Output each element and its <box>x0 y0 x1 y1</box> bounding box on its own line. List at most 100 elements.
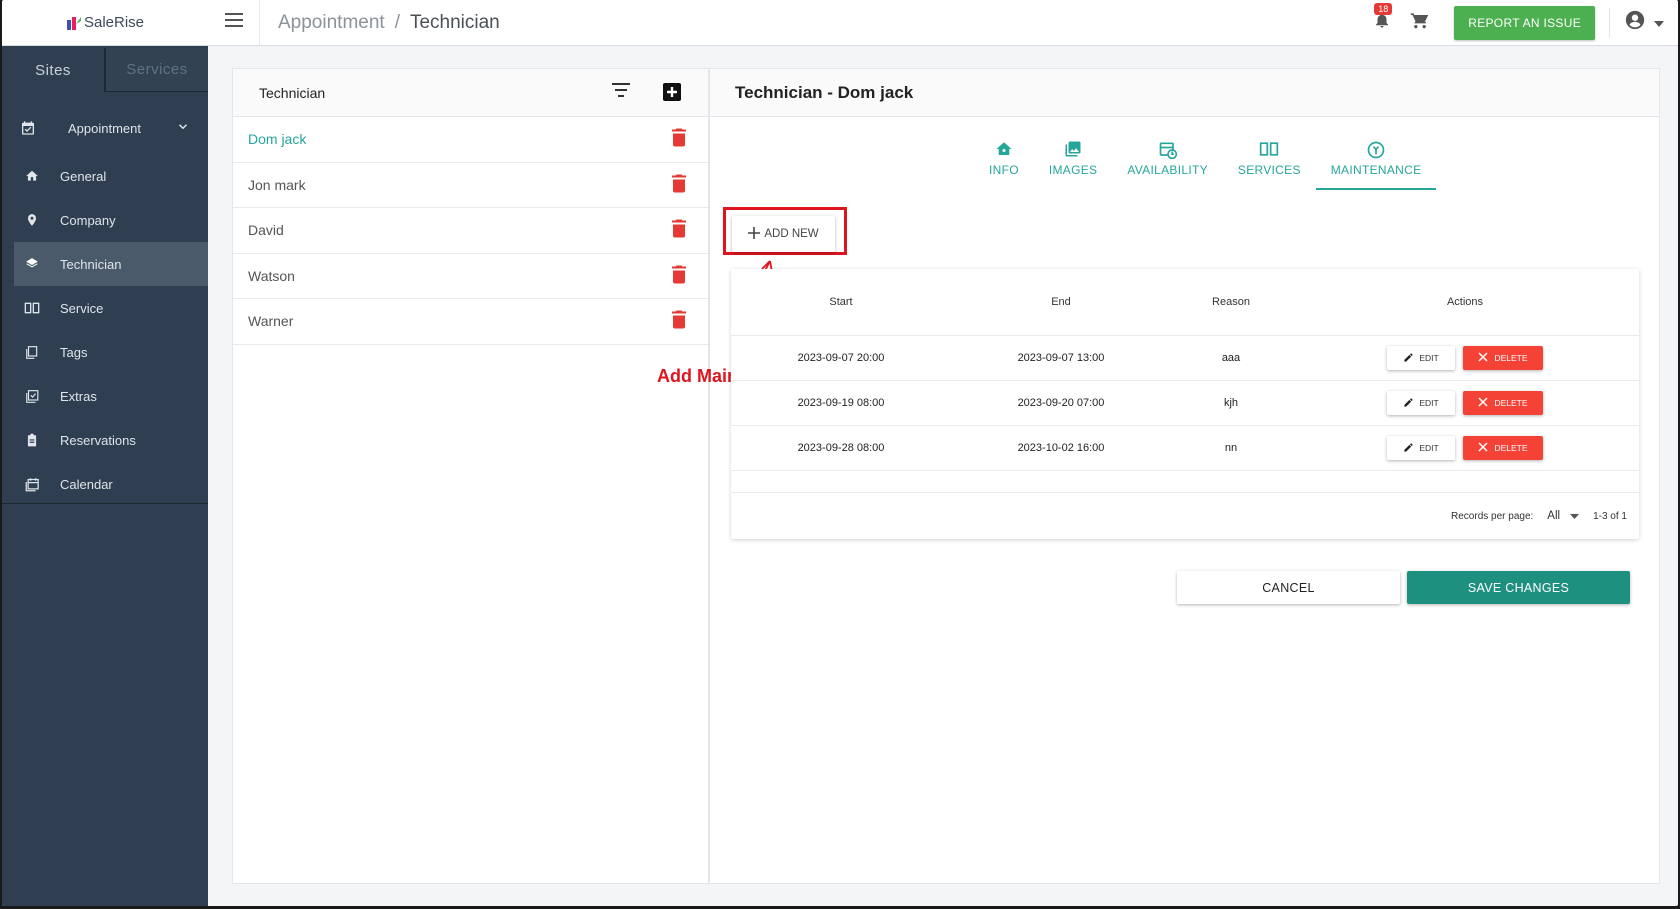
trash-icon[interactable] <box>672 174 686 195</box>
logo-text: SaleRise <box>83 14 145 31</box>
edit-label: EDIT <box>1419 353 1439 363</box>
tab-images[interactable]: IMAGES <box>1034 129 1112 187</box>
list-item[interactable]: Watson <box>233 254 708 299</box>
sidebar-item-reservations[interactable]: Reservations <box>2 418 208 462</box>
pencil-icon <box>1403 352 1414 365</box>
column-header-reason[interactable]: Reason <box>1171 296 1291 308</box>
tab-services[interactable]: SERVICES <box>1223 129 1316 187</box>
delete-label: DELETE <box>1494 398 1528 408</box>
column-header-start[interactable]: Start <box>731 296 951 308</box>
maintenance-icon <box>1366 140 1386 160</box>
sidebar-item-calendar[interactable]: Calendar <box>2 462 208 506</box>
list-item[interactable]: Jon mark <box>233 163 708 208</box>
breadcrumb-item[interactable]: Appointment <box>278 12 385 34</box>
column-header-end[interactable]: End <box>951 296 1171 308</box>
close-icon <box>1478 352 1488 364</box>
sidebar-item-technician[interactable]: Technician <box>14 242 208 286</box>
technician-list-header: Technician <box>233 69 708 117</box>
sidebar-item-label: Extras <box>60 388 97 404</box>
trash-icon[interactable] <box>672 219 686 241</box>
breadcrumb-separator: / <box>394 11 400 33</box>
report-issue-button[interactable]: REPORT AN ISSUE <box>1454 5 1595 40</box>
plus-icon <box>748 226 761 242</box>
tab-maintenance[interactable]: MAINTENANCE <box>1315 129 1437 190</box>
hamburger-icon <box>224 13 243 32</box>
sidebar-item-appointment[interactable]: Appointment <box>2 102 208 154</box>
add-new-label: ADD NEW <box>764 228 819 240</box>
logo-mark-icon <box>66 15 81 31</box>
detail-tabs: INFO IMAGES AVAILABILITY SERVICES MAINTE… <box>974 129 1437 190</box>
add-technician-icon[interactable] <box>662 82 682 105</box>
filter-icon[interactable] <box>612 83 630 100</box>
tab-label: INFO <box>989 162 1019 177</box>
site-tabs: Sites Services <box>2 48 208 92</box>
add-new-button[interactable]: ADD NEW <box>732 216 835 252</box>
list-item[interactable]: Warner <box>233 299 708 345</box>
cell-start: 2023-09-28 08:00 <box>797 442 885 454</box>
caret-down-icon <box>1570 510 1580 522</box>
delete-button[interactable]: DELETE <box>1463 346 1543 370</box>
table-footer: Records per page: All 1-3 of 1 <box>731 492 1639 539</box>
tab-services[interactable]: Services <box>105 48 208 92</box>
home-icon <box>995 140 1013 160</box>
caret-down-icon <box>1654 14 1664 32</box>
sidebar-item-extras[interactable]: Extras <box>2 374 208 418</box>
save-changes-button[interactable]: SAVE CHANGES <box>1407 571 1630 604</box>
trash-icon[interactable] <box>672 310 686 332</box>
user-menu[interactable] <box>1609 7 1664 38</box>
notifications-button[interactable]: 18 <box>1368 2 1396 37</box>
calendar-icon <box>24 476 40 492</box>
trash-icon[interactable] <box>672 265 686 286</box>
records-per-page-select[interactable]: All <box>1547 510 1580 522</box>
cart-icon <box>1410 10 1430 35</box>
sidebar-divider <box>2 503 208 504</box>
delete-button[interactable]: DELETE <box>1463 391 1543 415</box>
calendar-clock-icon <box>1158 140 1178 160</box>
sidebar-nav: Appointment General Company Technician S… <box>2 102 208 506</box>
tab-availability[interactable]: AVAILABILITY <box>1112 129 1223 187</box>
logo[interactable]: SaleRise <box>66 14 144 31</box>
tab-label: AVAILABILITY <box>1127 162 1208 177</box>
delete-button[interactable]: DELETE <box>1463 436 1543 460</box>
sidebar: SaleRise Sites Services Appointment Gene… <box>2 0 208 906</box>
edit-button[interactable]: EDIT <box>1387 436 1455 460</box>
table-row: 2023-09-19 08:00 2023-09-20 07:00 kjh ED… <box>731 381 1639 426</box>
cell-reason: kjh <box>1223 397 1239 409</box>
menu-toggle-button[interactable] <box>208 0 260 45</box>
records-per-page-value: All <box>1547 510 1561 522</box>
technician-name: Warner <box>248 313 294 330</box>
cart-button[interactable] <box>1406 9 1434 37</box>
close-icon <box>1478 397 1488 409</box>
trash-icon[interactable] <box>672 128 686 150</box>
cancel-button[interactable]: CANCEL <box>1177 571 1400 604</box>
technician-name: Watson <box>248 267 295 284</box>
list-item[interactable]: David <box>233 208 708 254</box>
edit-button[interactable]: EDIT <box>1387 346 1455 370</box>
edit-label: EDIT <box>1419 398 1439 408</box>
sidebar-item-service[interactable]: Service <box>2 286 208 330</box>
cell-end: 2023-09-07 13:00 <box>1017 352 1105 364</box>
table-header: Start End Reason Actions <box>731 269 1639 336</box>
technician-list-title: Technician <box>259 84 326 101</box>
topbar: Appointment / Technician 18 REPORT AN IS… <box>208 0 1678 46</box>
maintenance-table: Start End Reason Actions 2023-09-07 20:0… <box>731 269 1639 539</box>
tab-sites[interactable]: Sites <box>2 48 105 92</box>
technician-list: Dom jack Jon mark David Watson Warner <box>233 117 708 345</box>
close-icon <box>1478 442 1488 454</box>
cell-start: 2023-09-19 08:00 <box>797 397 885 409</box>
edit-button[interactable]: EDIT <box>1387 391 1455 415</box>
sidebar-item-label: General <box>60 168 107 184</box>
sidebar-item-company[interactable]: Company <box>2 198 208 242</box>
sidebar-item-label: Calendar <box>60 476 113 492</box>
book-icon <box>1259 140 1279 160</box>
list-item[interactable]: Dom jack <box>233 117 708 163</box>
tab-info[interactable]: INFO <box>974 129 1034 187</box>
sidebar-item-tags[interactable]: Tags <box>2 330 208 374</box>
sidebar-item-label: Technician <box>60 256 122 272</box>
home-icon <box>24 168 40 184</box>
table-row: 2023-09-07 20:00 2023-09-07 13:00 aaa ED… <box>731 336 1639 381</box>
calendar-check-icon <box>20 120 36 136</box>
sidebar-item-general[interactable]: General <box>2 154 208 198</box>
cell-end: 2023-10-02 16:00 <box>1017 442 1105 454</box>
pencil-icon <box>1403 397 1414 410</box>
